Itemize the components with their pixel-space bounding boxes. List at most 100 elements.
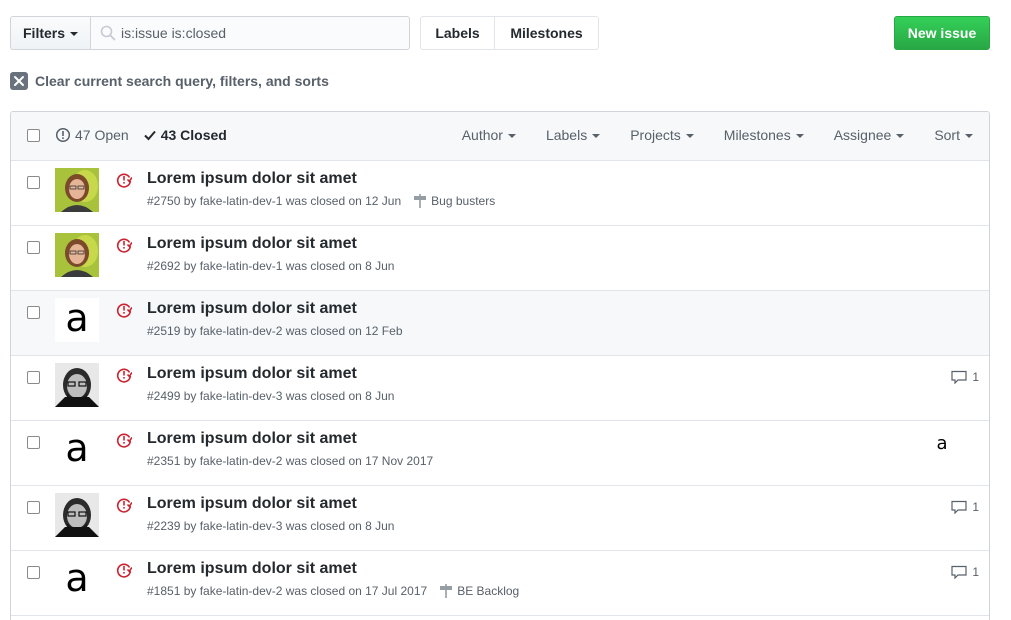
issue-meta-text: #2519 by fake-latin-dev-2 was closed on …	[147, 324, 403, 338]
closed-issues-link[interactable]: 43 Closed	[143, 127, 227, 143]
search-icon	[100, 25, 116, 41]
avatar[interactable]	[55, 168, 99, 212]
issues-toolbar: Filters Labels Milestones New issue	[10, 16, 991, 50]
labels-filter-label: Labels	[545, 127, 588, 143]
new-issue-button[interactable]: New issue	[894, 16, 990, 50]
avatar[interactable]: a	[55, 558, 99, 602]
issue-title-link[interactable]: Lorem ipsum dolor sit amet	[147, 365, 357, 383]
filters-search-group: Filters	[10, 16, 410, 50]
avatar[interactable]	[55, 493, 99, 537]
avatar-letter: a	[65, 428, 89, 470]
check-icon	[144, 130, 156, 141]
comments-link[interactable]: 1	[951, 500, 979, 514]
select-all-checkbox[interactable]	[27, 129, 40, 142]
avatar[interactable]: a	[55, 298, 99, 342]
issue-meta: #2750 by fake-latin-dev-1 was closed on …	[147, 194, 495, 208]
issue-closed-icon	[116, 563, 132, 578]
open-issues-link[interactable]: 47 Open	[55, 127, 129, 143]
labels-milestones-group: Labels Milestones	[420, 16, 599, 50]
comment-count: 1	[972, 370, 979, 384]
comment-icon	[951, 565, 967, 579]
issues-list: 47 Open 43 Closed Author Labels Projects…	[10, 111, 990, 620]
issue-row: Lorem ipsum dolor sit amet #2499 by fake…	[11, 356, 989, 421]
issue-closed-icon	[116, 368, 132, 383]
labels-button[interactable]: Labels	[420, 16, 495, 50]
issue-title-link[interactable]: Lorem ipsum dolor sit amet	[147, 170, 357, 188]
issue-row: a Lorem ipsum dolor sit amet #2351 by fa…	[11, 421, 989, 486]
issue-meta: #2351 by fake-latin-dev-2 was closed on …	[147, 454, 433, 468]
milestone-link[interactable]: Bug busters	[413, 194, 495, 208]
issue-checkbox[interactable]	[27, 371, 40, 384]
assignee-filter[interactable]: Assignee	[834, 127, 905, 143]
issue-opened-icon	[55, 127, 71, 143]
issue-checkbox[interactable]	[27, 436, 40, 449]
avatar[interactable]	[55, 233, 99, 277]
clear-search-link[interactable]: Clear current search query, filters, and…	[10, 71, 329, 91]
woman-avatar-image	[55, 168, 99, 212]
issue-checkbox[interactable]	[27, 566, 40, 579]
comments-link[interactable]: 1	[951, 370, 979, 384]
comment-icon	[951, 500, 967, 514]
chevron-down-icon	[70, 32, 79, 36]
issue-checkbox[interactable]	[27, 176, 40, 189]
author-filter-label: Author	[461, 127, 503, 143]
filters-dropdown-button[interactable]: Filters	[10, 16, 91, 50]
issue-title-link[interactable]: Lorem ipsum dolor sit amet	[147, 235, 357, 253]
milestones-filter[interactable]: Milestones	[724, 127, 804, 143]
assignee-avatar[interactable]: a	[932, 433, 952, 454]
issue-closed-icon	[116, 498, 132, 513]
search-field[interactable]	[91, 16, 410, 50]
comments-link[interactable]: 1	[951, 565, 979, 579]
issue-row: Lorem ipsum dolor sit amet #2692 by fake…	[11, 226, 989, 291]
issue-closed-icon	[116, 238, 132, 253]
issue-closed-icon	[116, 173, 132, 188]
issue-row: Lorem ipsum dolor sit amet #2239 by fake…	[11, 486, 989, 551]
man-avatar-image	[55, 493, 99, 537]
closed-count: 43 Closed	[160, 127, 227, 143]
close-icon[interactable]	[10, 72, 28, 90]
issue-title-link[interactable]: Lorem ipsum dolor sit amet	[147, 495, 357, 513]
issue-checkbox[interactable]	[27, 241, 40, 254]
issue-meta: #2499 by fake-latin-dev-3 was closed on …	[147, 389, 394, 403]
chevron-down-icon	[965, 134, 973, 138]
issue-row: a Lorem ipsum dolor sit amet #2519 by fa…	[11, 291, 989, 356]
issue-meta: #2239 by fake-latin-dev-3 was closed on …	[147, 519, 394, 533]
author-filter[interactable]: Author	[462, 127, 516, 143]
sort-filter[interactable]: Sort	[934, 127, 973, 143]
chevron-down-icon	[685, 134, 694, 138]
milestone-icon	[414, 194, 427, 208]
avatar[interactable]	[55, 363, 99, 407]
issue-title-link[interactable]: Lorem ipsum dolor sit amet	[147, 300, 357, 318]
comment-count: 1	[972, 565, 979, 579]
chevron-down-icon	[507, 134, 516, 138]
issue-title-link[interactable]: Lorem ipsum dolor sit amet	[147, 430, 357, 448]
projects-filter-label: Projects	[630, 127, 681, 143]
avatar-letter: a	[65, 558, 89, 600]
issue-meta-text: #2499 by fake-latin-dev-3 was closed on …	[147, 389, 395, 403]
search-input[interactable]	[121, 25, 401, 41]
issue-meta-text: #2239 by fake-latin-dev-3 was closed on …	[147, 519, 395, 533]
issue-checkbox[interactable]	[27, 306, 40, 319]
issue-meta: #2519 by fake-latin-dev-2 was closed on …	[147, 324, 403, 338]
filters-label: Filters	[23, 25, 66, 41]
milestones-button[interactable]: Milestones	[495, 16, 599, 50]
chevron-down-icon	[592, 134, 601, 138]
avatar[interactable]: a	[55, 428, 99, 472]
man-avatar-image	[55, 363, 99, 407]
issue-row: a Lorem ipsum dolor sit amet #1851 by fa…	[11, 551, 989, 616]
issue-checkbox[interactable]	[27, 501, 40, 514]
open-count: 47 Open	[75, 127, 129, 143]
labels-filter[interactable]: Labels	[545, 127, 601, 143]
milestone-icon	[440, 584, 453, 598]
milestone-link[interactable]: BE Backlog	[439, 584, 519, 598]
issue-title-link[interactable]: Lorem ipsum dolor sit amet	[147, 560, 357, 578]
projects-filter[interactable]: Projects	[630, 127, 694, 143]
issue-meta-text: #2750 by fake-latin-dev-1 was closed on …	[147, 194, 402, 208]
issue-closed-icon	[116, 433, 132, 448]
comment-count: 1	[972, 500, 979, 514]
issue-closed-icon	[116, 303, 132, 318]
issue-meta-text: #2351 by fake-latin-dev-2 was closed on …	[147, 454, 434, 468]
milestone-label: Bug busters	[431, 194, 496, 208]
chevron-down-icon	[795, 134, 804, 138]
clear-search-label: Clear current search query, filters, and…	[35, 73, 329, 89]
